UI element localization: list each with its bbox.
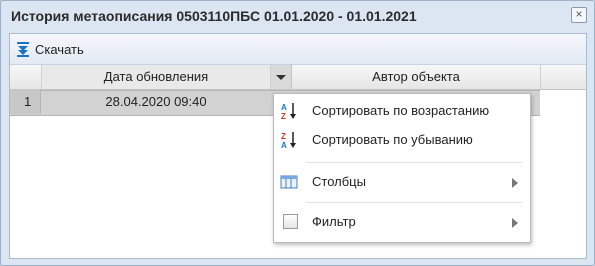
- menu-item-filter[interactable]: Фильтр: [274, 209, 530, 235]
- window-title: История метаописания 0503110ПБС 01.01.20…: [11, 8, 417, 24]
- submenu-arrow-icon: [512, 178, 518, 188]
- chevron-down-icon: [276, 75, 286, 80]
- title-bar[interactable]: История метаописания 0503110ПБС 01.01.20…: [1, 1, 594, 33]
- sort-ascending-icon: A Z: [281, 103, 296, 120]
- column-header-object-author[interactable]: Автор объекта: [292, 65, 541, 89]
- svg-text:Z: Z: [281, 132, 286, 141]
- grid-header: Дата обновления Автор объекта: [10, 65, 586, 90]
- download-icon: [17, 42, 29, 57]
- column-context-menu: A Z Сортировать по возрастанию Z A Сорти…: [273, 93, 531, 243]
- svg-text:A: A: [281, 103, 287, 112]
- row-number-header: [10, 65, 42, 89]
- menu-label: Сортировать по убыванию: [312, 132, 473, 147]
- menu-label: Фильтр: [312, 214, 356, 229]
- dialog-window: История метаописания 0503110ПБС 01.01.20…: [0, 0, 595, 266]
- menu-item-sort-ascending[interactable]: A Z Сортировать по возрастанию: [274, 98, 530, 124]
- filter-checkbox[interactable]: [283, 214, 298, 229]
- menu-item-columns[interactable]: Столбцы: [274, 169, 530, 195]
- toolbar: Скачать: [10, 34, 586, 65]
- menu-separator: [306, 162, 522, 163]
- cell-update-date: 28.04.2020 09:40: [105, 94, 207, 109]
- menu-separator: [306, 202, 522, 203]
- sort-descending-icon: Z A: [281, 132, 296, 149]
- row-number: 1: [10, 90, 41, 114]
- close-button[interactable]: ×: [571, 7, 587, 23]
- columns-icon: [280, 175, 298, 189]
- column-header-update-date[interactable]: Дата обновления: [42, 65, 271, 89]
- column-menu-trigger[interactable]: [271, 65, 292, 89]
- download-button[interactable]: Скачать: [16, 39, 84, 59]
- menu-item-sort-descending[interactable]: Z A Сортировать по убыванию: [274, 127, 530, 153]
- svg-text:A: A: [281, 141, 287, 149]
- download-label: Скачать: [35, 41, 84, 57]
- submenu-arrow-icon: [512, 218, 518, 228]
- svg-text:Z: Z: [281, 112, 286, 120]
- menu-label: Столбцы: [312, 174, 366, 189]
- menu-label: Сортировать по возрастанию: [312, 103, 490, 118]
